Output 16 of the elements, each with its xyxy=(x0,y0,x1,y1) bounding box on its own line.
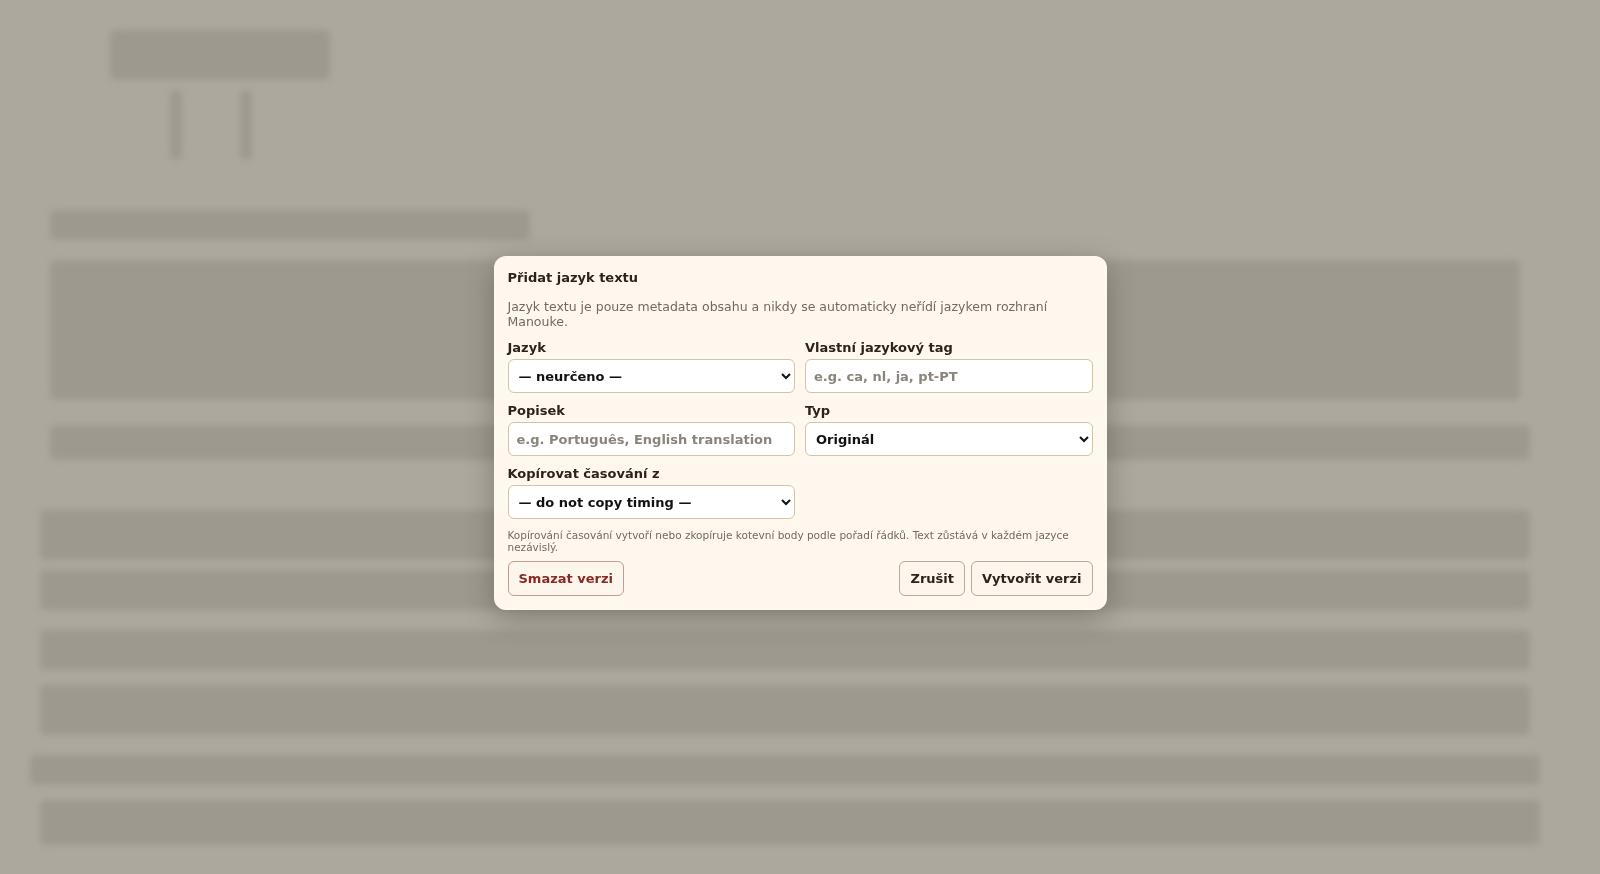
dialog-button[interactable]: Zrušit xyxy=(899,561,965,596)
dialog-button[interactable]: Vytvořit verzi xyxy=(971,561,1093,596)
dropdown-field[interactable]: — neurčeno — xyxy=(507,359,795,393)
field-label: Kopírovat časování z xyxy=(507,466,661,481)
delete-button[interactable]: Smazat verzi xyxy=(507,561,624,596)
dialog-title: Přidat jazyk textu xyxy=(507,270,640,285)
dropdown-field[interactable]: — do not copy timing — xyxy=(507,485,795,519)
input-field[interactable]: e.g. ca, nl, ja, pt-PT xyxy=(805,359,1093,393)
field-label: Vlastní jazykový tag xyxy=(805,340,954,355)
hint-text: Kopírování časování vytvoří nebo zkopíruje kotevní body podle pořadí řádků. Text zůstává v každém jazyce nezávislý. xyxy=(507,529,1070,553)
field-label: Popisek xyxy=(507,403,566,418)
dialog-description: Jazyk textu je pouze metadata obsahu a nikdy se automaticky neřídí jazykem rozhraní Manouke. xyxy=(507,299,1049,329)
field-label: Typ xyxy=(805,403,832,418)
field-label: Jazyk xyxy=(507,340,547,355)
input-field[interactable]: e.g. Português, English translation xyxy=(507,422,795,456)
dropdown-field[interactable]: Originál xyxy=(805,422,1093,456)
